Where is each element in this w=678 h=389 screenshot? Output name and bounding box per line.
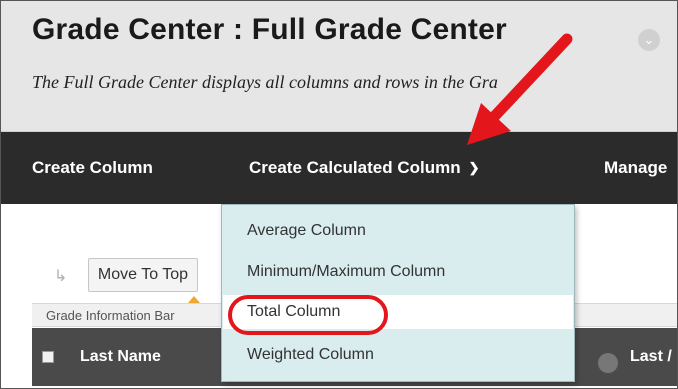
manage-menu[interactable]: Manage — [604, 132, 667, 204]
page-header: Grade Center : Full Grade Center ⌄ The F… — [1, 1, 677, 132]
action-menubar: Create Column Create Calculated Column ❯ … — [1, 132, 677, 204]
page-title: Grade Center : Full Grade Center — [32, 13, 507, 46]
grade-information-bar-label: Grade Information Bar — [46, 308, 175, 323]
title-chevron-down-icon[interactable]: ⌄ — [638, 29, 660, 51]
menu-item-minimum-maximum-column[interactable]: Minimum/Maximum Column — [223, 255, 573, 289]
column-header-last-name[interactable]: Last Name — [80, 348, 161, 366]
column-header-last-access[interactable]: Last / — [630, 348, 672, 366]
screenshot-frame: Grade Center : Full Grade Center ⌄ The F… — [0, 0, 678, 389]
annotation-highlight-circle — [228, 295, 388, 335]
move-arrow-icon: ↳ — [54, 268, 68, 285]
create-calculated-column-menu[interactable]: Create Calculated Column ❯ — [221, 132, 575, 204]
column-menu-icon[interactable] — [598, 353, 618, 373]
menu-item-weighted-column[interactable]: Weighted Column — [223, 338, 573, 372]
create-calculated-column-dropdown: Average Column Minimum/Maximum Column To… — [221, 204, 575, 382]
caret-up-icon — [188, 296, 200, 303]
page-description: The Full Grade Center displays all colum… — [32, 72, 498, 92]
move-to-top-button[interactable]: Move To Top — [88, 258, 198, 292]
select-all-checkbox[interactable] — [42, 351, 54, 363]
menu-item-average-column[interactable]: Average Column — [223, 214, 573, 248]
create-column-button[interactable]: Create Column — [32, 132, 153, 204]
chevron-down-icon: ❯ — [468, 160, 480, 175]
create-calculated-column-label: Create Calculated Column — [249, 158, 461, 177]
